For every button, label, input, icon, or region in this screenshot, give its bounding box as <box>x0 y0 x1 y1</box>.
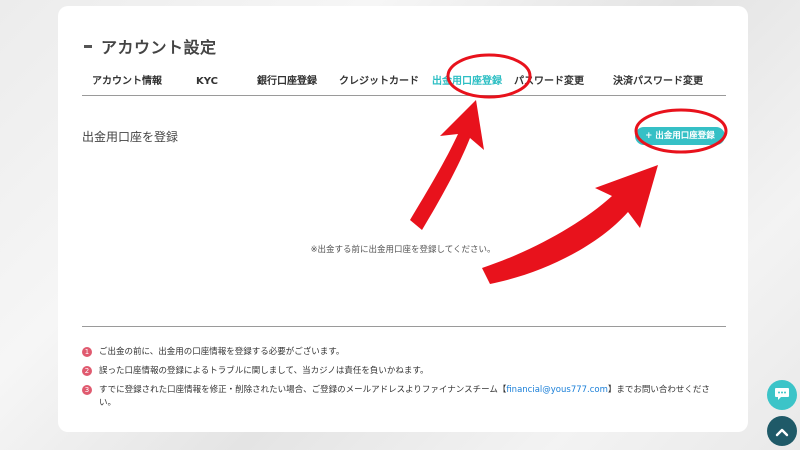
tab-payment-password-change[interactable]: 決済パスワード変更 <box>590 68 726 95</box>
note-item: 2 誤った口座情報の登録によるトラブルに関しまして、当カジノは責任を負いかねます… <box>82 365 726 378</box>
note-text: ご出金の前に、出金用の口座情報を登録する必要がございます。 <box>99 347 345 357</box>
note-text: すでに登録された口座情報を修正・削除されたい場合、ご登録のメールアドレスよりファ… <box>99 384 726 410</box>
scroll-top-button[interactable] <box>767 416 797 446</box>
note-number-badge: 1 <box>82 347 92 357</box>
page-title-row: アカウント設定 <box>84 34 217 58</box>
note-text: 誤った口座情報の登録によるトラブルに関しまして、当カジノは責任を負いかねます。 <box>99 366 429 376</box>
note-number-badge: 2 <box>82 366 92 376</box>
tab-bank-account[interactable]: 銀行口座登録 <box>242 68 332 95</box>
note-text-before: すでに登録された口座情報を修正・削除されたい場合、ご登録のメールアドレスよりファ… <box>99 385 507 395</box>
note-item: 1 ご出金の前に、出金用の口座情報を登録する必要がございます。 <box>82 346 726 359</box>
finance-email-link[interactable]: financial@yous777.com <box>506 385 608 395</box>
settings-tabs: アカウント情報 KYC 銀行口座登録 クレジットカード 出金用口座登録 パスワー… <box>82 68 726 96</box>
add-withdrawal-account-button[interactable]: + 出金用口座登録 <box>635 127 725 145</box>
empty-state-message: ※出金する前に出金用口座を登録してください。 <box>310 245 496 255</box>
tab-credit-card[interactable]: クレジットカード <box>332 68 426 95</box>
chevron-up-icon <box>775 422 789 441</box>
tab-kyc[interactable]: KYC <box>172 68 242 95</box>
section-title: 出金用口座を登録 <box>82 130 179 144</box>
account-settings-card: アカウント設定 アカウント情報 KYC 銀行口座登録 クレジットカード 出金用口… <box>58 6 748 432</box>
chat-button[interactable] <box>767 380 797 410</box>
tab-password-change[interactable]: パスワード変更 <box>508 68 590 95</box>
chat-bubble-icon <box>774 386 790 405</box>
note-item: 3 すでに登録された口座情報を修正・削除されたい場合、ご登録のメールアドレスより… <box>82 384 726 410</box>
notes-list: 1 ご出金の前に、出金用の口座情報を登録する必要がございます。 2 誤った口座情… <box>82 346 726 416</box>
tab-account-info[interactable]: アカウント情報 <box>82 68 172 95</box>
collapse-dash-icon <box>84 44 92 48</box>
page-title: アカウント設定 <box>101 38 217 57</box>
note-number-badge: 3 <box>82 385 92 395</box>
tab-withdrawal-account[interactable]: 出金用口座登録 <box>426 68 508 95</box>
divider <box>82 326 726 327</box>
